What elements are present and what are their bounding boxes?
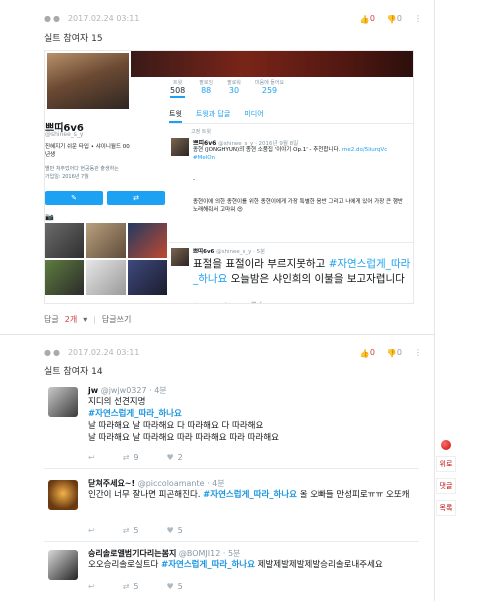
options-icon[interactable]: ⋮ — [414, 348, 422, 357]
post-date: 2017.02.24 03:11 — [67, 348, 140, 357]
scroll-top-button[interactable]: 위로 — [436, 456, 456, 472]
tweet-actions: ↩ ⇄ 5 ♥ 5 — [88, 526, 183, 535]
embedded-screenshot: 트윗 508 팔로잉 88 팔로워 30 마음에 들어요 259 쁘띠6v6 @… — [44, 50, 414, 304]
media-thumb[interactable] — [127, 260, 167, 295]
profile-avatar — [45, 51, 131, 111]
downvote-button[interactable]: 👎0 — [386, 14, 402, 24]
pinned-label: 고정 트윗 — [191, 129, 211, 135]
thumb-down-icon: 👎 — [386, 15, 397, 24]
like-button[interactable]: ♥ 5 — [167, 582, 183, 591]
profile-handle: @shinee_s_y — [45, 131, 84, 138]
tweet-actions: ↩ ⇄ 9 ♥ 2 — [88, 453, 183, 462]
write-comment-link[interactable]: 답글쓰기 — [102, 314, 131, 325]
like-button[interactable]: ♥ 5 — [167, 526, 183, 535]
vote-bar: 👍0 👎0 ⋮ — [359, 14, 422, 24]
tweet-header: 승리솔로앨범기다리는봄지 @BOMJI12 · 5분 — [88, 549, 241, 558]
tweet-text: 종현 (JONGHYUN)의 종현 소품집 '이야기 Op.1' - 추천합니다… — [193, 147, 388, 183]
tab-tweets[interactable]: 트윗 — [169, 109, 182, 123]
thumb-down-icon: 👎 — [386, 349, 397, 358]
post-date: 2017.02.24 03:11 — [67, 14, 140, 23]
media-thumb[interactable] — [127, 223, 167, 258]
tweet-card: 승리솔로앨범기다리는봄지 @BOMJI12 · 5분 오오승리솔로실트다 #자연… — [44, 546, 419, 601]
feed: ●● 2017.02.24 03:11 👍0 👎0 ⋮ 실트 참여자 15 트윗… — [0, 0, 435, 601]
more-icon[interactable]: ●● — [44, 14, 62, 23]
profile-stats: 트윗 508 팔로잉 88 팔로워 30 마음에 들어요 259 — [170, 79, 284, 98]
tweet-avatar[interactable] — [171, 248, 189, 266]
tweet-card: jw @jwjw0327 · 4분 지디의 선견지명 #자연스럽게_따라_하나요… — [44, 383, 419, 469]
profile-header-image — [131, 51, 413, 77]
post-meta: ●● 2017.02.24 03:11 — [44, 348, 139, 357]
tweet-card: 닫쳐주세요~! @piccoloamante · 4분 인간이 너무 잘나면 피… — [44, 476, 419, 542]
tab-media[interactable]: 미디어 — [244, 109, 263, 123]
thumb-up-icon: 👍 — [359, 349, 370, 358]
tweet-header: 쁘띠6v6 @shinee_s_y · 5분 — [193, 249, 266, 255]
retweet-button[interactable]: ⇄ 5 — [123, 582, 139, 591]
post-meta: ●● 2017.02.24 03:11 — [44, 14, 139, 23]
tweet-item: 쁘띠6v6 @shinee_s_y · 5분 표절을 표절이라 부르지못하고 #… — [169, 242, 413, 303]
like-button[interactable]: ♥ 2 — [167, 453, 183, 462]
tweet-text: 표절을 표절이라 부르지못하고 #자연스럽게_따라_하나요 오늘밤은 샤인희의 … — [193, 258, 411, 285]
tweet-avatar[interactable] — [48, 387, 78, 417]
hashtag-link[interactable]: #자연스럽게_따라_하나요 — [161, 560, 255, 570]
compose-button[interactable]: ✎ — [45, 191, 103, 205]
tweet-avatar[interactable] — [171, 138, 189, 156]
stat-likes[interactable]: 마음에 들어요 259 — [255, 79, 284, 98]
list-button[interactable]: 목록 — [436, 500, 456, 516]
options-icon[interactable]: ⋮ — [414, 14, 422, 23]
profile-bio: 진혜지기 쉬운 타입 • 샤이니월드 00 년생 — [45, 144, 130, 158]
stat-followers[interactable]: 팔로워 30 — [227, 79, 241, 98]
profile-actions: ✎ ⇄ — [45, 191, 165, 205]
reply-icon[interactable]: ↩ — [88, 453, 95, 462]
profile-tabs: 트윗 트윗과 답글 미디어 — [169, 109, 264, 123]
tweet-text: 인간이 너무 잘나면 피곤해진다. #자연스럽게_따라_하나요 올 오빠들 만성… — [88, 490, 410, 500]
tweet-actions: ↩ ⇄ 5 ♥ 5 — [88, 582, 183, 591]
media-thumb[interactable] — [45, 223, 85, 258]
hashtag-link[interactable]: #자연스럽게_따라_하나요 — [88, 408, 416, 420]
sidebar-badge-icon — [441, 440, 451, 450]
upvote-button[interactable]: 👍0 — [359, 14, 375, 24]
chevron-down-icon[interactable]: ▾ — [83, 315, 87, 324]
tweet-header: 닫쳐주세요~! @piccoloamante · 4분 — [88, 479, 225, 488]
post-title: 실트 참여자 15 — [44, 34, 103, 44]
tweet-avatar[interactable] — [48, 550, 78, 580]
hashtag-link[interactable]: #자연스럽게_따라_하나요 — [203, 490, 297, 500]
media-grid — [45, 223, 167, 295]
retweet-button[interactable]: ⇄ — [107, 191, 165, 205]
thumb-up-icon: 👍 — [359, 15, 370, 24]
retweet-icon[interactable]: ⇄ — [222, 301, 227, 303]
media-thumb[interactable] — [86, 223, 126, 258]
comments-button[interactable]: 댓글 — [436, 478, 456, 494]
tab-replies[interactable]: 트윗과 답글 — [196, 109, 230, 123]
reply-icon[interactable]: ↩ — [88, 526, 95, 535]
vote-bar: 👍0 👎0 ⋮ — [359, 348, 422, 358]
tweet-header: jw @jwjw0327 · 4분 — [88, 386, 167, 395]
profile-location: 별만 쳐주었어다 현공동관 출생하는 가입일: 2016년 7월 — [45, 166, 119, 180]
tweet-text: 오오승리솔로실트다 #자연스럽게_따라_하나요 제발제발제발제발승리솔로내주세요 — [88, 560, 383, 570]
comment-count[interactable]: 2개 — [65, 314, 77, 325]
more-icon[interactable]: ●● — [44, 348, 62, 357]
downvote-button[interactable]: 👎0 — [386, 348, 402, 358]
tweet-avatar[interactable] — [48, 480, 78, 510]
camera-icon: 📷 — [45, 213, 54, 221]
tweet-text: 지디의 선견지명 #자연스럽게_따라_하나요 날 따라해요 날 따라해요 다 따… — [88, 396, 416, 444]
media-thumb[interactable] — [86, 260, 126, 295]
tweet-text-2: 종현이에 의한 종현이를 위한 종현이에게 가장 특별한 음반 그리고 나에게 … — [193, 199, 403, 213]
retweet-button[interactable]: ⇄ 5 — [123, 526, 139, 535]
like-icon[interactable]: ♥ 4 — [251, 301, 262, 303]
tweet-actions: ↩ ⇄ ♥ 4 — [193, 301, 262, 303]
post-title: 실트 참여자 14 — [44, 367, 103, 377]
post-divider — [0, 334, 435, 335]
comment-bar: 답글 2개 ▾ | 답글쓰기 — [44, 314, 132, 325]
reply-icon[interactable]: ↩ — [193, 301, 198, 303]
stat-tweets[interactable]: 트윗 508 — [170, 79, 186, 98]
stat-following[interactable]: 팔로잉 88 — [199, 79, 213, 98]
tweet-timeline: 고정 트윗 쁘띠6v6 @shinee_s_y · 2016년 9월 8일 종현… — [169, 123, 413, 303]
reply-icon[interactable]: ↩ — [88, 582, 95, 591]
media-thumb[interactable] — [45, 260, 85, 295]
retweet-button[interactable]: ⇄ 9 — [123, 453, 139, 462]
floating-sidebar: 위로 댓글 목록 — [436, 440, 456, 516]
upvote-button[interactable]: 👍0 — [359, 348, 375, 358]
